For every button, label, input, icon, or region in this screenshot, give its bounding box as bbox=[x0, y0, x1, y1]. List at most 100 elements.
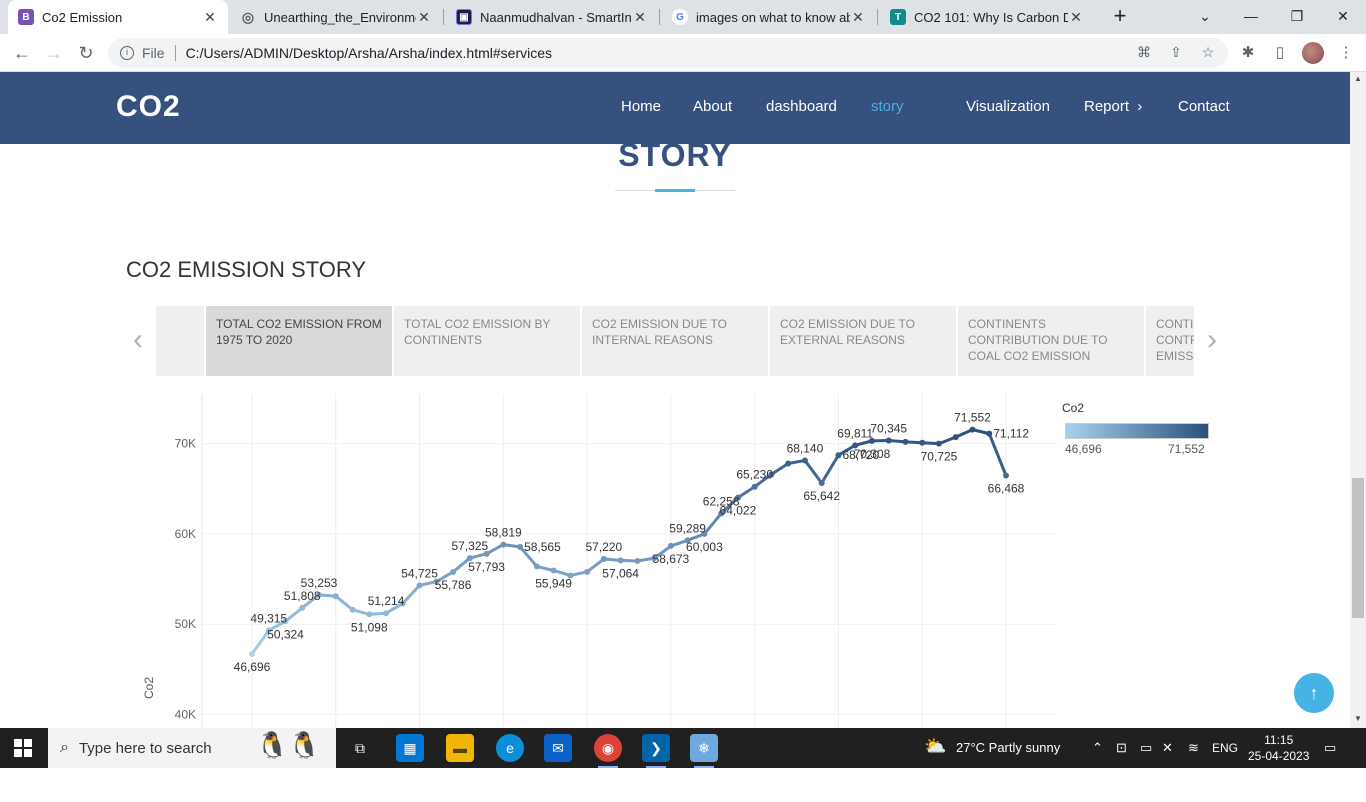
tab-separator bbox=[659, 9, 660, 25]
restore-icon[interactable]: ❐ bbox=[1274, 0, 1320, 34]
data-label: 55,949 bbox=[535, 576, 572, 590]
tab-title: Unearthing_the_Environmental bbox=[264, 9, 416, 25]
nav-story[interactable]: story bbox=[871, 98, 904, 115]
data-label: 51,808 bbox=[284, 589, 321, 603]
task-view-icon[interactable]: ⧉ bbox=[346, 734, 374, 762]
file-explorer-icon[interactable]: ▬ bbox=[446, 734, 474, 762]
data-point bbox=[902, 438, 909, 445]
story-point-5[interactable]: CONTINENTS CONTRIBUTION DUE TO COAL CO2 … bbox=[956, 306, 1144, 376]
weather-text[interactable]: 27°C Partly sunny bbox=[956, 740, 1060, 755]
browser-tab[interactable]: G images on what to know about ✕ bbox=[662, 0, 876, 34]
clock-date: 25-04-2023 bbox=[1248, 749, 1310, 763]
menu-icon[interactable]: ⋮ bbox=[1336, 43, 1356, 63]
close-icon[interactable]: ✕ bbox=[416, 9, 432, 26]
story-point-3[interactable]: CO2 EMISSION DUE TO INTERNAL REASONS bbox=[580, 306, 768, 376]
forward-icon[interactable]: → bbox=[42, 41, 66, 65]
scroll-up-icon[interactable]: ▲ bbox=[1350, 72, 1366, 86]
legend-max-label: 71,552 bbox=[1168, 442, 1205, 456]
tab-separator bbox=[877, 9, 878, 25]
nav-contact[interactable]: Contact bbox=[1178, 98, 1230, 115]
close-icon[interactable]: ✕ bbox=[202, 9, 218, 26]
nav-report[interactable]: Report › bbox=[1084, 98, 1142, 115]
nav-about[interactable]: About bbox=[693, 98, 732, 115]
vscode-icon[interactable]: ❯ bbox=[642, 734, 670, 768]
data-label: 71,112 bbox=[993, 427, 1029, 441]
data-label: 57,220 bbox=[586, 540, 623, 554]
browser-toolbar: ← → ↻ i File C:/Users/ADMIN/Desktop/Arsh… bbox=[0, 34, 1366, 72]
back-icon[interactable]: ← bbox=[10, 41, 34, 65]
extensions-icon[interactable]: ✱ bbox=[1238, 43, 1258, 63]
chrome-browser-icon[interactable]: ◉ bbox=[594, 734, 622, 768]
tab-search-icon[interactable]: ⌄ bbox=[1182, 0, 1228, 34]
smartinternz-icon: ▣ bbox=[456, 9, 472, 25]
translate-icon[interactable]: ⌘ bbox=[1136, 44, 1152, 60]
microsoft-store-icon[interactable]: ▦ bbox=[396, 734, 424, 762]
weather-icon[interactable]: ⛅ bbox=[924, 736, 946, 757]
wifi-icon[interactable]: ≋ bbox=[1188, 740, 1199, 756]
back-to-top-button[interactable]: ↑ bbox=[1294, 673, 1334, 713]
story-point-6[interactable]: CONTINENTS CONTRIBUTION DUE TO ... EMISS… bbox=[1144, 306, 1194, 376]
side-panel-icon[interactable]: ▯ bbox=[1270, 43, 1290, 63]
address-bar[interactable]: i File C:/Users/ADMIN/Desktop/Arsha/Arsh… bbox=[108, 38, 1228, 68]
search-icon: ⌕ bbox=[60, 739, 69, 756]
site-logo[interactable]: CO2 bbox=[116, 90, 181, 124]
story-point-4[interactable]: CO2 EMISSION DUE TO EXTERNAL REASONS bbox=[768, 306, 956, 376]
data-label: 70,308 bbox=[854, 447, 891, 461]
data-point bbox=[332, 593, 339, 600]
scroll-down-icon[interactable]: ▼ bbox=[1350, 712, 1366, 726]
page-bottom-blank bbox=[0, 768, 1366, 802]
browser-tab-strip: B Co2 Emission ✕ ◎ Unearthing_the_Enviro… bbox=[0, 0, 1366, 34]
data-label: 49,315 bbox=[250, 611, 287, 625]
legend-min-label: 46,696 bbox=[1065, 442, 1102, 456]
battery-icon[interactable]: ▭ bbox=[1140, 740, 1152, 756]
series-line-segment bbox=[820, 453, 840, 485]
data-point bbox=[785, 460, 792, 467]
language-indicator[interactable]: ENG bbox=[1212, 741, 1238, 755]
bookmark-star-icon[interactable]: ☆ bbox=[1200, 44, 1216, 60]
legend-color-scale bbox=[1065, 423, 1209, 439]
scroll-thumb[interactable] bbox=[1352, 478, 1364, 618]
story-point-2[interactable]: TOTAL CO2 EMISSION BY CONTINENTS bbox=[392, 306, 580, 376]
story-next-arrow-icon[interactable]: › bbox=[1202, 325, 1222, 357]
meet-now-icon[interactable]: ⊡ bbox=[1116, 740, 1127, 756]
data-label: 65,230 bbox=[736, 468, 773, 482]
browser-tab[interactable]: ▣ Naanmudhalvan - SmartInternz ✕ bbox=[446, 0, 658, 34]
nav-home[interactable]: Home bbox=[621, 98, 661, 115]
reload-icon[interactable]: ↻ bbox=[74, 41, 98, 65]
nav-visualization[interactable]: Visualization bbox=[966, 98, 1050, 115]
share-icon[interactable]: ⇪ bbox=[1168, 44, 1184, 60]
site-info-icon[interactable]: i bbox=[120, 46, 134, 60]
data-label: 68,140 bbox=[787, 441, 824, 455]
edge-browser-icon[interactable]: e bbox=[496, 734, 524, 762]
volume-muted-icon[interactable]: ✕ bbox=[1162, 740, 1173, 756]
close-icon[interactable]: ✕ bbox=[850, 9, 866, 26]
close-icon[interactable]: ✕ bbox=[1068, 9, 1084, 26]
page-scrollbar[interactable] bbox=[1350, 72, 1366, 728]
browser-tab[interactable]: ◎ Unearthing_the_Environmental ✕ bbox=[230, 0, 442, 34]
window-close-icon[interactable]: ✕ bbox=[1320, 0, 1366, 34]
nav-dashboard[interactable]: dashboard bbox=[766, 98, 837, 115]
taskbar-search-box[interactable]: ⌕ Type here to search 🐧🐧 bbox=[48, 728, 336, 768]
browser-tab[interactable]: T CO2 101: Why Is Carbon Dioxide ✕ bbox=[880, 0, 1094, 34]
mail-icon[interactable]: ✉ bbox=[544, 734, 572, 762]
clock[interactable]: 11:15 25-04-2023 bbox=[1248, 732, 1309, 764]
browser-tab[interactable]: B Co2 Emission ✕ bbox=[8, 0, 228, 34]
data-point bbox=[969, 426, 976, 433]
windows-start-icon[interactable] bbox=[14, 739, 32, 757]
notifications-icon[interactable]: ▭ bbox=[1324, 740, 1336, 756]
story-point-1[interactable]: TOTAL CO2 EMISSION FROM 1975 TO 2020 bbox=[204, 306, 392, 376]
new-tab-icon[interactable]: + bbox=[1108, 4, 1132, 28]
tray-overflow-icon[interactable]: ⌃ bbox=[1092, 740, 1103, 756]
divider bbox=[174, 45, 176, 61]
story-prev-arrow-icon[interactable]: ‹ bbox=[128, 325, 148, 357]
close-icon[interactable]: ✕ bbox=[632, 9, 648, 26]
data-point bbox=[600, 556, 607, 563]
minimize-icon[interactable]: — bbox=[1228, 0, 1274, 34]
profile-avatar[interactable] bbox=[1302, 42, 1324, 64]
data-label: 70,345 bbox=[870, 422, 907, 436]
tab-separator bbox=[443, 9, 444, 25]
url-text[interactable]: C:/Users/ADMIN/Desktop/Arsha/Arsha/index… bbox=[186, 45, 552, 61]
data-point bbox=[634, 558, 641, 564]
snipping-tool-icon[interactable]: ❄ bbox=[690, 734, 718, 768]
data-point bbox=[801, 457, 808, 464]
